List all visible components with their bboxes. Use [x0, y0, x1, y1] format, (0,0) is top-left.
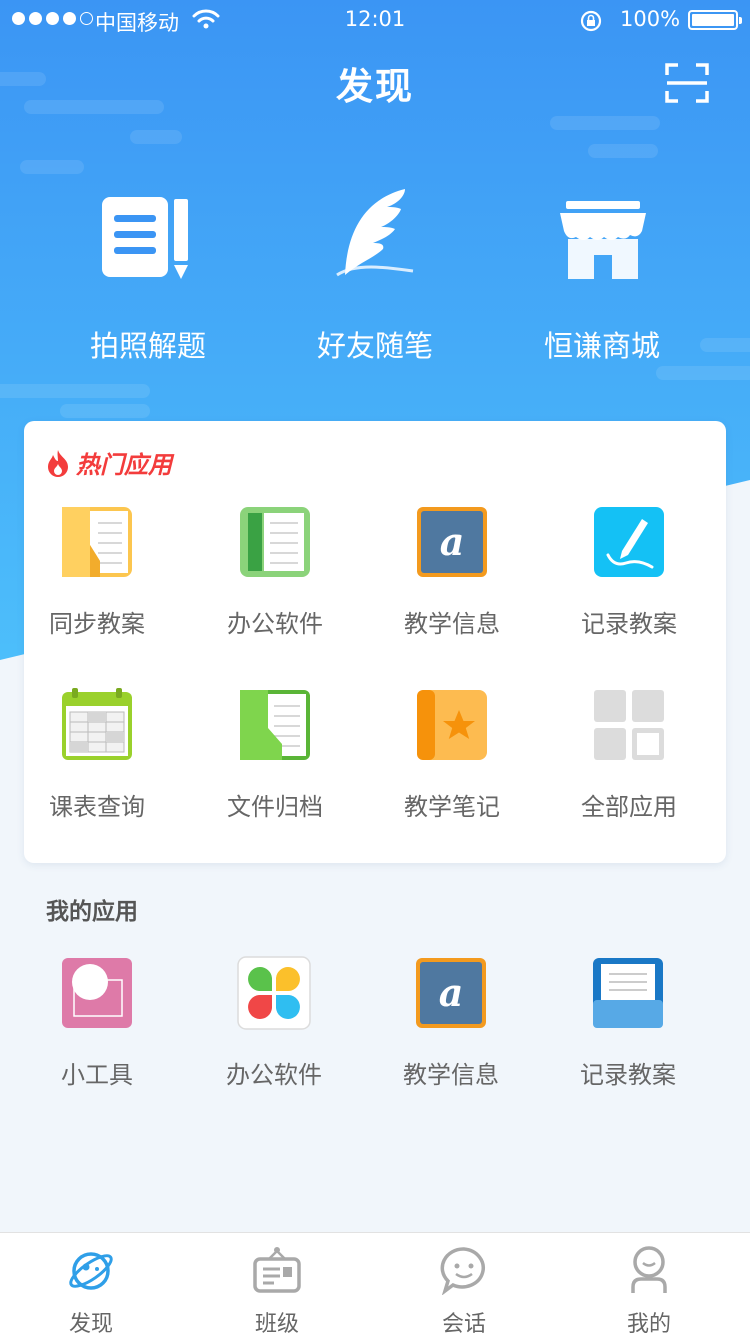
tab-label: 发现 [68, 1312, 113, 1334]
app-label: 办公软件 [227, 610, 323, 638]
printer-doc-icon [593, 958, 663, 1028]
feature-label: 拍照解题 [89, 329, 206, 363]
tab-me[interactable]: 我的 [589, 1245, 709, 1334]
flame-icon [48, 449, 68, 477]
battery-icon [688, 10, 742, 30]
app-label: 同步教案 [49, 610, 145, 638]
green-book-icon [240, 507, 310, 577]
feature-store[interactable]: 恒谦商城 [512, 185, 692, 365]
hot-apps-title: 热门应用 [76, 451, 172, 479]
app-label: 记录教案 [581, 610, 677, 638]
status-bar: 中国移动 12:01 100% [0, 0, 750, 40]
tab-discover[interactable]: 发现 [31, 1245, 151, 1334]
app-label: 文件归档 [227, 793, 323, 821]
app-tools[interactable]: 小工具 [12, 956, 182, 1090]
app-label: 课表查询 [49, 793, 145, 821]
app-all-apps[interactable]: 全部应用 [544, 688, 714, 822]
chat-bubble-icon [440, 1247, 485, 1296]
planet-icon [69, 1252, 113, 1290]
feature-label: 恒谦商城 [543, 329, 660, 363]
app-teaching-notes[interactable]: 教学笔记 [367, 688, 537, 822]
scan-icon[interactable] [665, 62, 709, 104]
battery-percent: 100% [620, 7, 681, 31]
app-record-lesson-my[interactable]: 记录教案 [543, 956, 713, 1090]
app-office[interactable]: 办公软件 [190, 505, 360, 639]
tab-label: 班级 [254, 1312, 299, 1334]
app-label: 教学信息 [403, 1061, 499, 1089]
tab-label: 我的 [626, 1312, 671, 1334]
letter-a-icon: a [416, 958, 486, 1028]
feature-label: 好友随笔 [316, 329, 433, 363]
pen-note-icon [594, 507, 664, 577]
app-label: 全部应用 [581, 793, 677, 821]
photo-solve-icon [102, 197, 188, 279]
letter-a-icon: a [417, 507, 487, 577]
app-label: 办公软件 [226, 1061, 322, 1089]
app-timetable[interactable]: 课表查询 [12, 688, 182, 822]
tools-icon [62, 958, 132, 1028]
app-teaching-info[interactable]: a 教学信息 [367, 505, 537, 639]
svg-text:a: a [440, 519, 465, 564]
svg-text:a: a [439, 970, 464, 1015]
tab-chat[interactable]: 会话 [404, 1245, 524, 1334]
green-file-icon [240, 690, 310, 760]
tab-bar: 发现 班级 会话 我的 [0, 1232, 750, 1334]
rotation-lock-icon [580, 10, 602, 32]
feature-friend-notes[interactable]: 好友随笔 [285, 185, 465, 365]
app-teaching-info-my[interactable]: a 教学信息 [366, 956, 536, 1090]
calendar-grid-icon [62, 688, 132, 760]
page-title: 发现 [336, 65, 414, 108]
folder-notebook-icon [62, 507, 132, 577]
tab-label: 会话 [441, 1312, 486, 1334]
app-label: 记录教案 [580, 1061, 676, 1089]
app-label: 教学信息 [404, 610, 500, 638]
app-office-my[interactable]: 办公软件 [189, 956, 359, 1090]
hot-apps-card: 热门应用 同步教案 办公软件 a 教学信息 记录教案 课表查询 文件归档 教学笔… [24, 421, 726, 863]
all-apps-icon [594, 690, 664, 760]
hot-apps-header: 热门应用 [46, 445, 172, 480]
app-label: 教学笔记 [404, 793, 500, 821]
app-file-archive[interactable]: 文件归档 [190, 688, 360, 822]
tab-class[interactable]: 班级 [217, 1245, 337, 1334]
class-board-icon [253, 1247, 301, 1293]
app-sync-lesson[interactable]: 同步教案 [12, 505, 182, 639]
user-icon [631, 1246, 667, 1293]
feature-photo-solve[interactable]: 拍照解题 [58, 185, 238, 365]
app-label: 小工具 [61, 1061, 133, 1089]
app-record-lesson[interactable]: 记录教案 [544, 505, 714, 639]
star-notebook-icon [417, 690, 487, 760]
clover-icon [237, 956, 311, 1030]
feather-icon [336, 189, 414, 277]
my-apps-title: 我的应用 [46, 899, 138, 925]
store-icon [560, 201, 646, 279]
